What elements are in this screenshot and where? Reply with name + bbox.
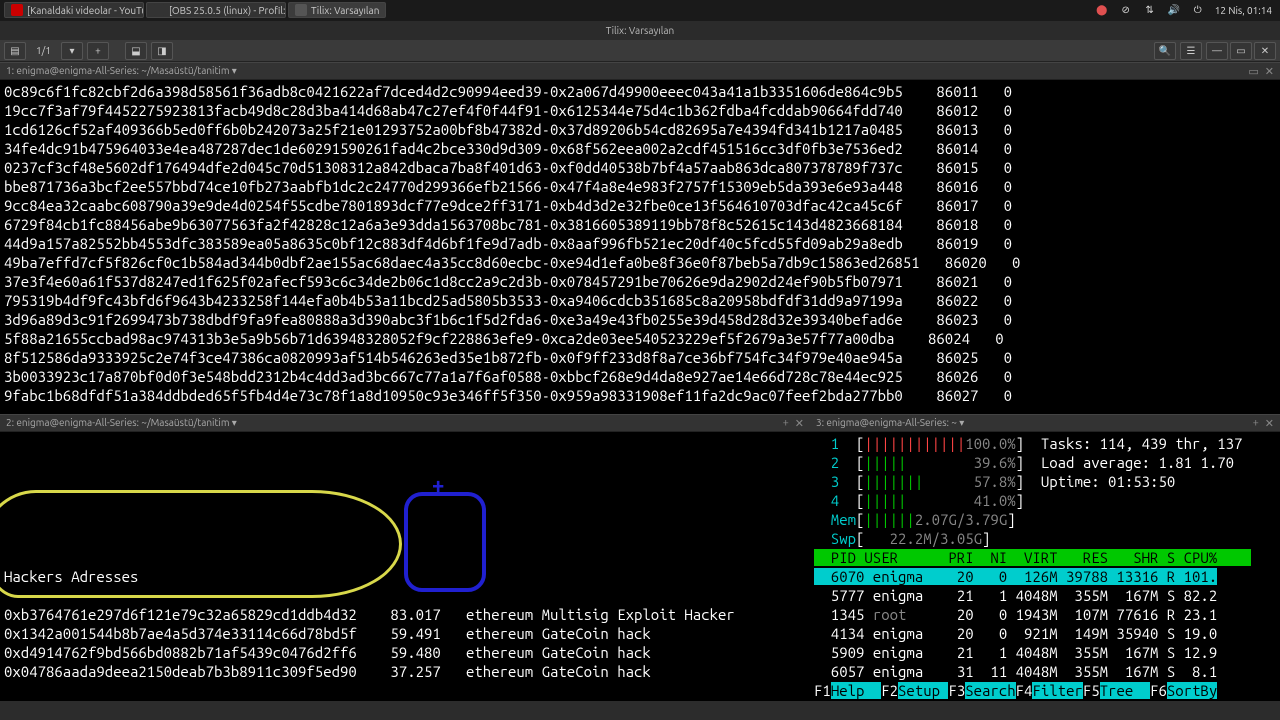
task-button[interactable]: [Kanaldaki videolar - YouTub... bbox=[4, 2, 144, 18]
pane-add-icon[interactable]: + bbox=[1253, 417, 1259, 430]
terminal-pane-2: 2: enigma@enigma-All-Series: ~/Masaüstü/… bbox=[0, 414, 810, 701]
sidebar-toggle-button[interactable]: ▤ bbox=[4, 42, 26, 60]
pane-close-icon[interactable]: ✕ bbox=[1265, 65, 1274, 78]
pane-2-titlebar: 2: enigma@enigma-All-Series: ~/Masaüstü/… bbox=[0, 414, 810, 432]
pane-close-icon[interactable]: ✕ bbox=[1265, 417, 1274, 430]
gnome-top-panel: [Kanaldaki videolar - YouTub...[OBS 25.0… bbox=[0, 0, 1280, 20]
terminal-3-htop[interactable]: 1 [||||||||||||100.0%] Tasks: 114, 439 t… bbox=[810, 432, 1280, 701]
terminal-2-output[interactable]: + Hackers Adresses 0xb3764761e297d6f121e… bbox=[0, 432, 810, 701]
tilix-toolbar: ▤ 1/1 ▾ + ⬓ ◨ 🔍 ☰ — ▭ ✕ bbox=[0, 40, 1280, 62]
pane-add-icon[interactable]: + bbox=[783, 417, 789, 430]
window-title-text: Tilix: Varsayılan bbox=[606, 25, 674, 36]
system-tray: ⬤ ⊘ ⇅ 🔊 ⏻ 12 Nis, 01:14 bbox=[1095, 3, 1276, 17]
menu-button[interactable]: ☰ bbox=[1180, 42, 1202, 60]
search-button[interactable]: 🔍 bbox=[1154, 42, 1176, 60]
pane-1-title[interactable]: 1: enigma@enigma-All-Series: ~/Masaüstü/… bbox=[6, 65, 1248, 77]
split-right-button[interactable]: ◨ bbox=[151, 42, 173, 60]
clock[interactable]: 12 Nis, 01:14 bbox=[1215, 5, 1272, 16]
no-notification-icon[interactable]: ⊘ bbox=[1119, 3, 1133, 17]
page-indicator: 1/1 bbox=[30, 45, 57, 56]
add-terminal-button[interactable]: + bbox=[87, 42, 109, 60]
pane-3-titlebar: 3: enigma@enigma-All-Series: ~ ▾ + ✕ bbox=[810, 414, 1280, 432]
maximize-button[interactable]: ▭ bbox=[1230, 42, 1252, 60]
split-down-button[interactable]: ⬓ bbox=[125, 42, 147, 60]
pane-1-titlebar: 1: enigma@enigma-All-Series: ~/Masaüstü/… bbox=[0, 62, 1280, 80]
terminal-pane-1: 1: enigma@enigma-All-Series: ~/Masaüstü/… bbox=[0, 62, 1280, 414]
minimize-button[interactable]: — bbox=[1206, 42, 1228, 60]
terminal-pane-3: 3: enigma@enigma-All-Series: ~ ▾ + ✕ 1 [… bbox=[810, 414, 1280, 701]
task-button[interactable]: [OBS 25.0.5 (linux) - Profil: İsi... bbox=[146, 2, 286, 18]
record-icon[interactable]: ⬤ bbox=[1095, 3, 1109, 17]
pane-close-icon[interactable]: ✕ bbox=[795, 417, 804, 430]
pane-3-title[interactable]: 3: enigma@enigma-All-Series: ~ ▾ bbox=[816, 417, 1253, 429]
pane-2-title[interactable]: 2: enigma@enigma-All-Series: ~/Masaüstü/… bbox=[6, 417, 783, 429]
annotation-crosshair: + bbox=[432, 476, 444, 495]
volume-icon[interactable]: 🔊 bbox=[1167, 3, 1181, 17]
taskbar: [Kanaldaki videolar - YouTub...[OBS 25.0… bbox=[4, 2, 1093, 18]
pane-maximize-icon[interactable]: ▭ bbox=[1248, 65, 1258, 78]
terminal-1-output[interactable]: 0c89c6f1fc82cbf2d6a398d58561f36adb8c0421… bbox=[0, 80, 1280, 414]
window-titlebar: Tilix: Varsayılan bbox=[0, 20, 1280, 40]
power-icon[interactable]: ⏻ bbox=[1191, 3, 1205, 17]
prev-button[interactable]: ▾ bbox=[61, 42, 83, 60]
task-button[interactable]: Tilix: Varsayılan bbox=[288, 2, 386, 18]
close-button[interactable]: ✕ bbox=[1254, 42, 1276, 60]
network-icon[interactable]: ⇅ bbox=[1143, 3, 1157, 17]
